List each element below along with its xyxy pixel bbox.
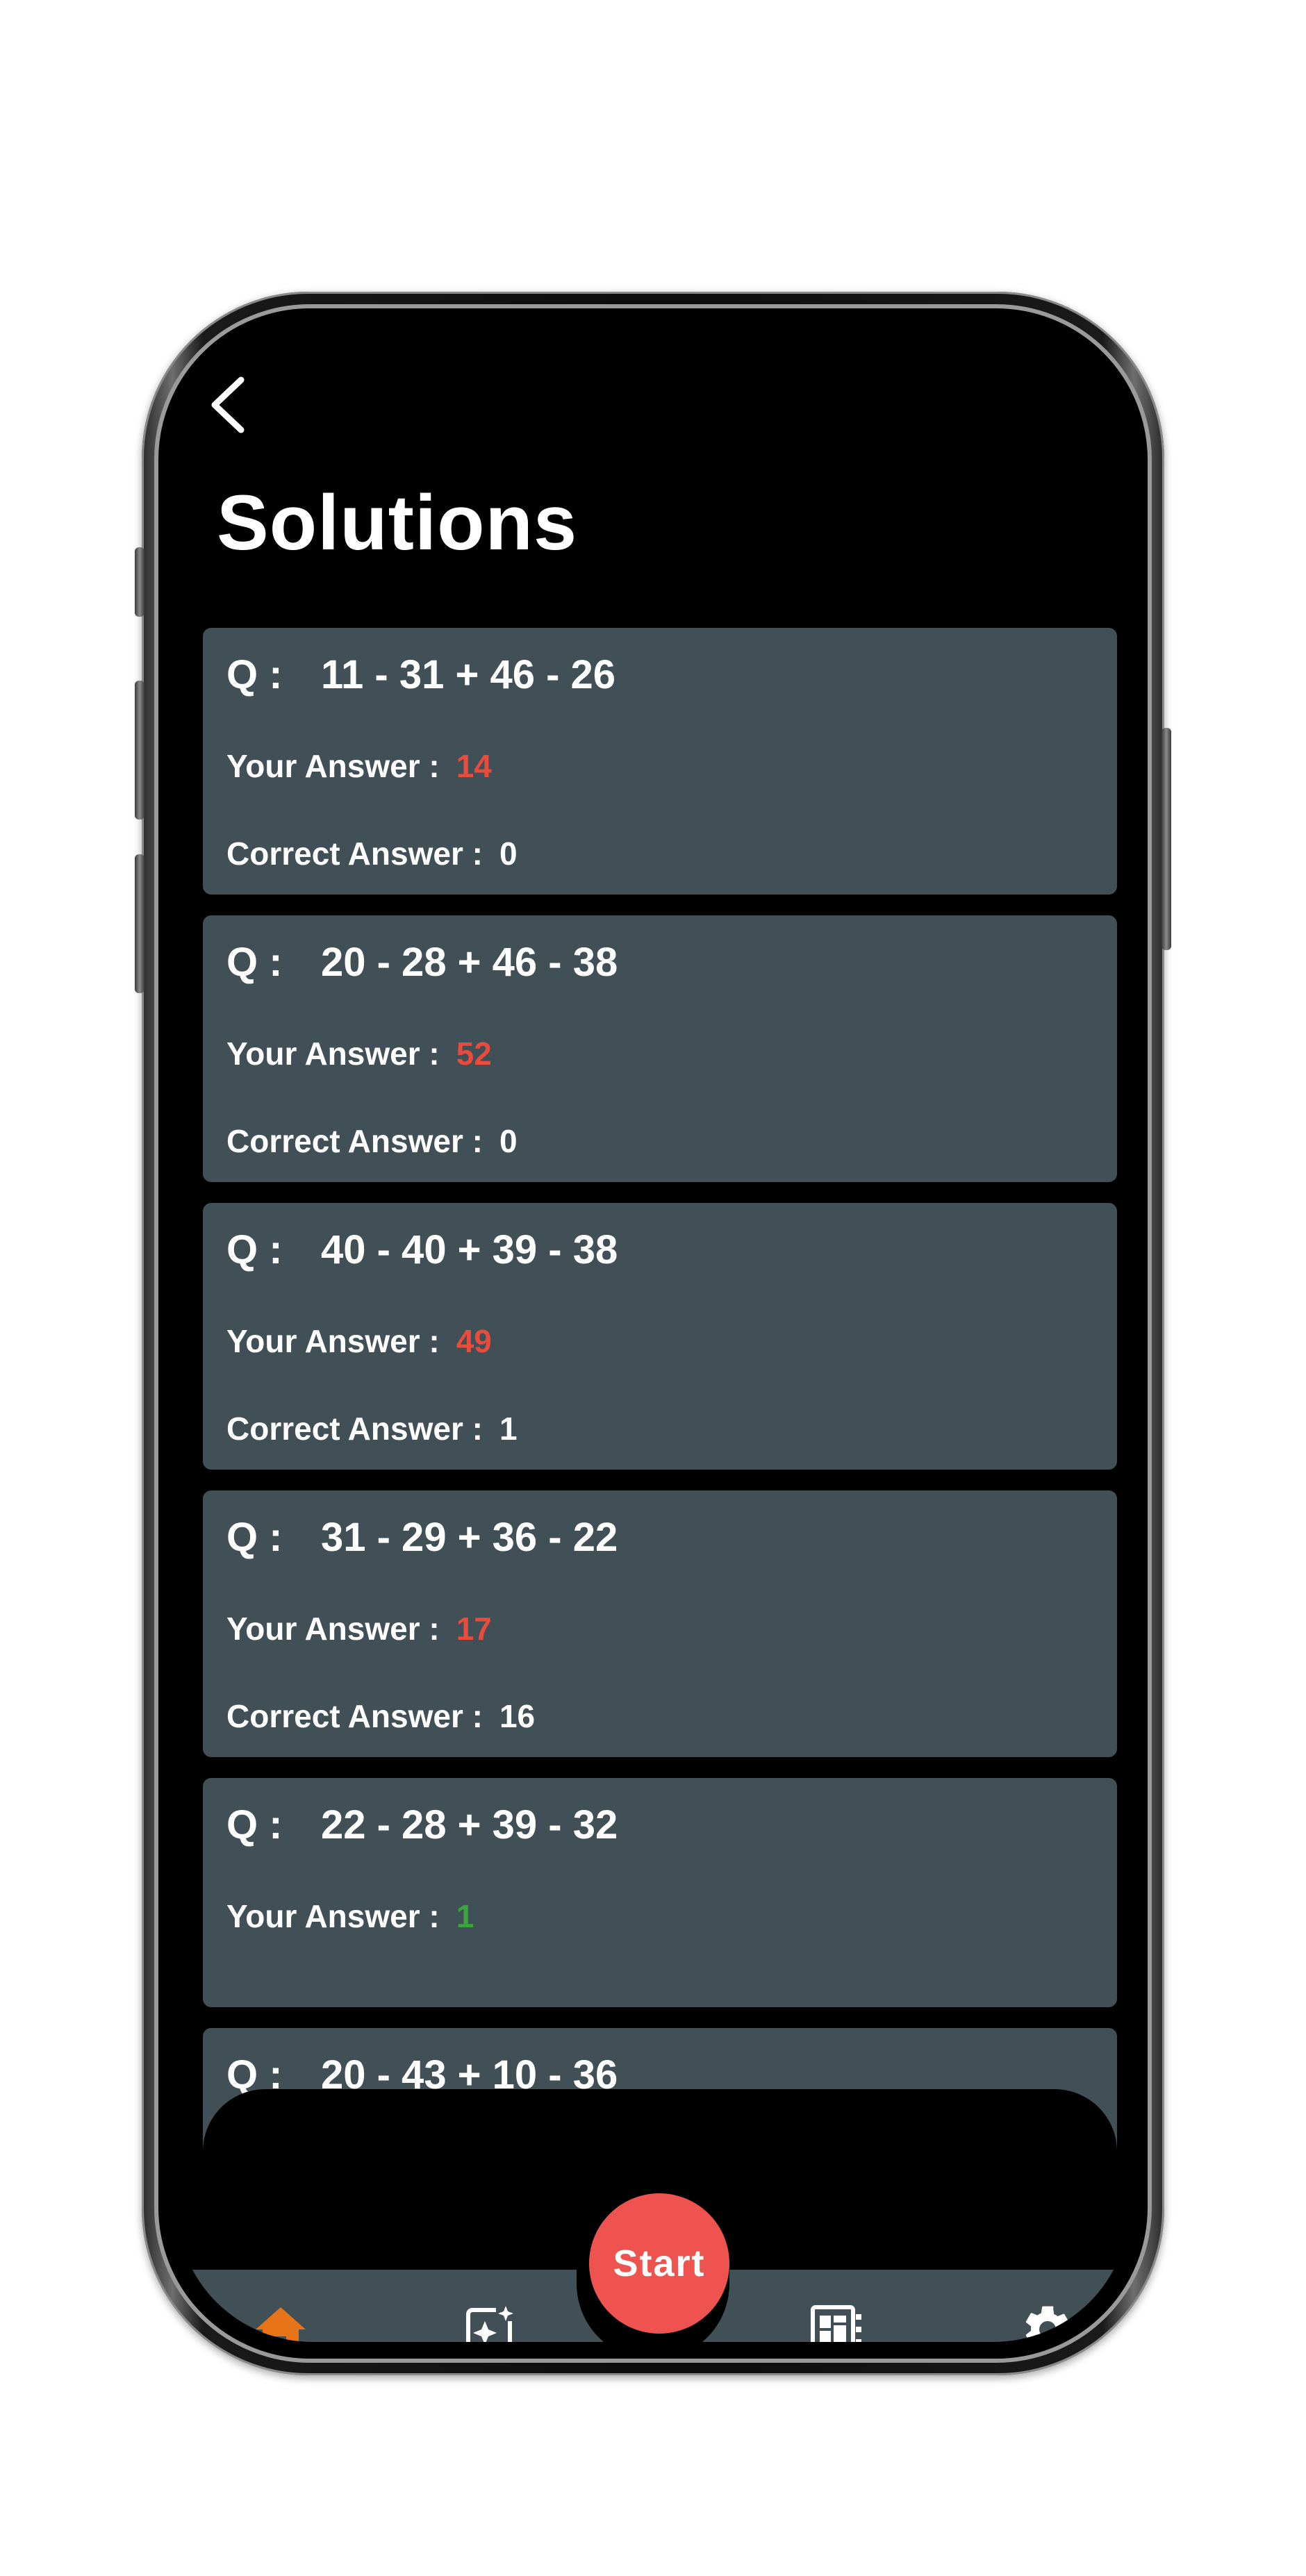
your-answer-value: 52 [456,1036,492,1072]
volume-up-button [135,681,144,820]
nav-settings[interactable] [1013,2295,1082,2342]
question-row: Q : 11 - 31 + 46 - 26 [226,651,615,698]
correct-answer-value: 0 [499,1123,518,1159]
your-answer-value: 49 [456,1323,492,1359]
nav-practice[interactable] [456,2295,525,2342]
start-button[interactable]: Start [589,2193,729,2334]
correct-answer-value: 1 [499,1411,518,1447]
correct-answer-label: Correct Answer : [226,1411,483,1447]
phone-frame: Solutions Q : 11 - 31 + 46 - 26 Your Ans… [135,292,1171,2375]
gear-icon [1025,2306,1070,2342]
power-button [1162,728,1171,950]
correct-answer-row: Correct Answer : 1 [226,1410,518,1447]
solution-card: Q : 40 - 40 + 39 - 38 Your Answer : 49 C… [203,1203,1117,1470]
question-row: Q : 31 - 29 + 36 - 22 [226,1514,618,1561]
screen: Solutions Q : 11 - 31 + 46 - 26 Your Ans… [176,325,1130,2342]
your-answer-row: Your Answer : 1 [226,1897,474,1935]
correct-answer-row: Correct Answer : 0 [226,1122,518,1160]
your-answer-value: 1 [456,1898,474,1934]
nav-dashboard[interactable] [802,2295,871,2342]
your-answer-label: Your Answer : [226,1898,440,1934]
question-label: Q : [226,1802,283,1847]
solutions-list[interactable]: Q : 11 - 31 + 46 - 26 Your Answer : 14 C… [203,628,1117,2149]
question-row: Q : 40 - 40 + 39 - 38 [226,1227,618,1273]
question-label: Q : [226,940,283,985]
your-answer-value: 17 [456,1611,492,1647]
solution-card: Q : 20 - 28 + 46 - 38 Your Answer : 52 C… [203,915,1117,1182]
question-label: Q : [226,1515,283,1560]
your-answer-label: Your Answer : [226,1036,440,1072]
correct-answer-value: 0 [499,836,518,872]
nav-home[interactable] [246,2295,315,2342]
question-label: Q : [226,1227,283,1272]
volume-down-button [135,854,144,993]
correct-answer-label: Correct Answer : [226,1698,483,1734]
dashboard-icon [811,2305,861,2342]
your-answer-value: 14 [456,748,492,784]
correct-answer-label: Correct Answer : [226,836,483,872]
your-answer-label: Your Answer : [226,1611,440,1647]
correct-answer-label: Correct Answer : [226,1123,483,1159]
question-text: 11 - 31 + 46 - 26 [321,652,616,697]
sparkle-card-icon [466,2304,515,2342]
your-answer-row: Your Answer : 14 [226,747,492,785]
question-text: 40 - 40 + 39 - 38 [321,1227,618,1272]
question-row: Q : 20 - 28 + 46 - 38 [226,939,618,986]
correct-answer-row: Correct Answer : 16 [226,1697,535,1735]
correct-answer-value: 16 [499,1698,536,1734]
chevron-left-icon [211,376,245,433]
solution-card: Q : 31 - 29 + 36 - 22 Your Answer : 17 C… [203,1490,1117,1757]
your-answer-row: Your Answer : 49 [226,1322,492,1360]
your-answer-label: Your Answer : [226,1323,440,1359]
page-title: Solutions [217,479,578,566]
correct-answer-row: Correct Answer : 0 [226,835,518,872]
your-answer-label: Your Answer : [226,748,440,784]
side-button [135,547,144,617]
question-label: Q : [226,652,283,697]
question-text: 20 - 28 + 46 - 38 [321,940,618,985]
solution-card: Q : 11 - 31 + 46 - 26 Your Answer : 14 C… [203,628,1117,895]
your-answer-row: Your Answer : 17 [226,1610,492,1647]
question-text: 22 - 28 + 39 - 32 [321,1802,618,1847]
home-icon [256,2307,306,2342]
your-answer-row: Your Answer : 52 [226,1035,492,1072]
question-text: 31 - 29 + 36 - 22 [321,1515,618,1560]
solution-card: Q : 22 - 28 + 39 - 32 Your Answer : 1 [203,1778,1117,2007]
question-row: Q : 22 - 28 + 39 - 32 [226,1802,618,1848]
stage: Solutions Q : 11 - 31 + 46 - 26 Your Ans… [0,0,1306,2576]
back-button[interactable] [190,367,267,443]
